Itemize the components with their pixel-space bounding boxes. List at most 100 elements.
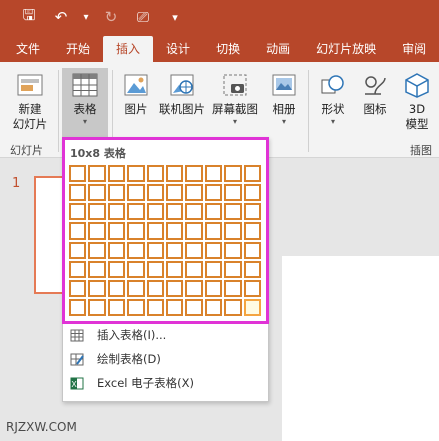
table-grid-cell[interactable] [127,279,145,297]
table-grid-cell[interactable] [185,184,203,202]
table-grid-cell[interactable] [243,260,261,278]
table-grid-cell[interactable] [204,279,223,297]
table-grid-cell[interactable] [127,298,145,316]
table-grid-cell[interactable] [107,165,126,183]
table-grid-cell[interactable] [224,165,242,183]
table-grid-cell[interactable] [243,165,261,183]
table-grid-cell[interactable] [88,165,106,183]
table-grid-cell[interactable] [107,203,126,221]
table-grid-cell[interactable] [69,298,87,316]
table-grid-cell[interactable] [146,298,164,316]
table-grid-cell[interactable] [243,241,261,259]
table-grid-cell[interactable] [224,241,242,259]
3d-model-button[interactable]: 3D 模型 [396,68,438,144]
table-grid-cell[interactable] [224,260,242,278]
tab-design[interactable]: 设计 [153,36,203,62]
new-slide-button[interactable]: 新建 幻灯片 [4,68,56,144]
undo-icon[interactable]: ↶ [48,4,74,30]
table-grid-cell[interactable] [204,298,223,316]
table-grid-cell[interactable] [146,184,164,202]
table-grid-cell[interactable] [185,298,203,316]
table-grid-cell[interactable] [185,241,203,259]
table-grid-cell[interactable] [243,298,261,316]
table-grid-cell[interactable] [243,184,261,202]
dropdown-arrow-icon[interactable]: ▾ [80,4,92,30]
table-grid-cell[interactable] [88,279,106,297]
insert-table-menu-item[interactable]: 插入表格(I)... [63,324,263,346]
table-grid-cell[interactable] [165,241,184,259]
table-grid-cell[interactable] [165,222,184,240]
draw-table-menu-item[interactable]: 绘制表格(D) [63,348,263,370]
table-grid-cell[interactable] [165,298,184,316]
table-grid-cell[interactable] [88,260,106,278]
tab-home[interactable]: 开始 [53,36,103,62]
table-grid-cell[interactable] [185,260,203,278]
table-size-grid[interactable] [69,165,261,316]
customize-quick-access-icon[interactable]: ▾ [162,4,188,30]
table-grid-cell[interactable] [88,241,106,259]
table-grid-cell[interactable] [165,203,184,221]
table-grid-cell[interactable] [165,184,184,202]
table-grid-cell[interactable] [146,241,164,259]
table-grid-cell[interactable] [165,260,184,278]
table-grid-cell[interactable] [224,184,242,202]
table-grid-cell[interactable] [185,222,203,240]
icons-button[interactable]: 图标 [354,68,396,144]
tab-file[interactable]: 文件 [0,36,53,62]
table-grid-cell[interactable] [107,184,126,202]
table-grid-cell[interactable] [204,222,223,240]
table-grid-cell[interactable] [88,203,106,221]
table-grid-cell[interactable] [127,241,145,259]
table-grid-cell[interactable] [185,203,203,221]
table-grid-cell[interactable] [146,260,164,278]
table-grid-cell[interactable] [224,203,242,221]
table-grid-cell[interactable] [146,279,164,297]
table-grid-cell[interactable] [185,279,203,297]
table-grid-cell[interactable] [165,165,184,183]
table-grid-cell[interactable] [204,203,223,221]
table-grid-cell[interactable] [127,260,145,278]
table-grid-cell[interactable] [127,203,145,221]
table-grid-cell[interactable] [243,279,261,297]
photo-album-button[interactable]: 相册 ▾ [264,68,304,144]
table-grid-cell[interactable] [107,260,126,278]
table-grid-cell[interactable] [69,222,87,240]
save-icon[interactable]: 🖫 [16,4,42,30]
table-grid-cell[interactable] [224,298,242,316]
table-grid-cell[interactable] [88,298,106,316]
online-picture-button[interactable]: 联机图片 [156,68,208,144]
table-grid-cell[interactable] [88,184,106,202]
table-grid-cell[interactable] [146,222,164,240]
shapes-button[interactable]: 形状 ▾ [312,68,354,144]
table-grid-cell[interactable] [127,222,145,240]
table-grid-cell[interactable] [204,260,223,278]
table-grid-cell[interactable] [107,279,126,297]
table-grid-cell[interactable] [107,298,126,316]
table-grid-cell[interactable] [107,222,126,240]
table-grid-cell[interactable] [204,241,223,259]
screenshot-button[interactable]: 屏幕截图 ▾ [208,68,262,144]
table-grid-cell[interactable] [224,222,242,240]
tab-slideshow[interactable]: 幻灯片放映 [303,36,389,62]
table-grid-cell[interactable] [243,203,261,221]
table-button[interactable]: 表格 ▾ [62,68,108,140]
table-grid-cell[interactable] [69,203,87,221]
table-grid-cell[interactable] [243,222,261,240]
table-grid-cell[interactable] [204,184,223,202]
table-grid-cell[interactable] [107,241,126,259]
tab-animations[interactable]: 动画 [253,36,303,62]
table-grid-cell[interactable] [204,165,223,183]
picture-button[interactable]: 图片 [116,68,156,144]
table-grid-cell[interactable] [69,260,87,278]
table-grid-cell[interactable] [69,279,87,297]
slide-canvas[interactable] [282,256,439,441]
table-grid-cell[interactable] [224,279,242,297]
table-grid-cell[interactable] [146,203,164,221]
table-grid-cell[interactable] [88,222,106,240]
redo-icon[interactable]: ↻ [98,4,124,30]
table-grid-cell[interactable] [127,165,145,183]
table-grid-cell[interactable] [69,184,87,202]
slideshow-from-start-icon[interactable]: ⎚ [130,4,156,30]
tab-review[interactable]: 审阅 [389,36,439,62]
table-grid-cell[interactable] [146,165,164,183]
